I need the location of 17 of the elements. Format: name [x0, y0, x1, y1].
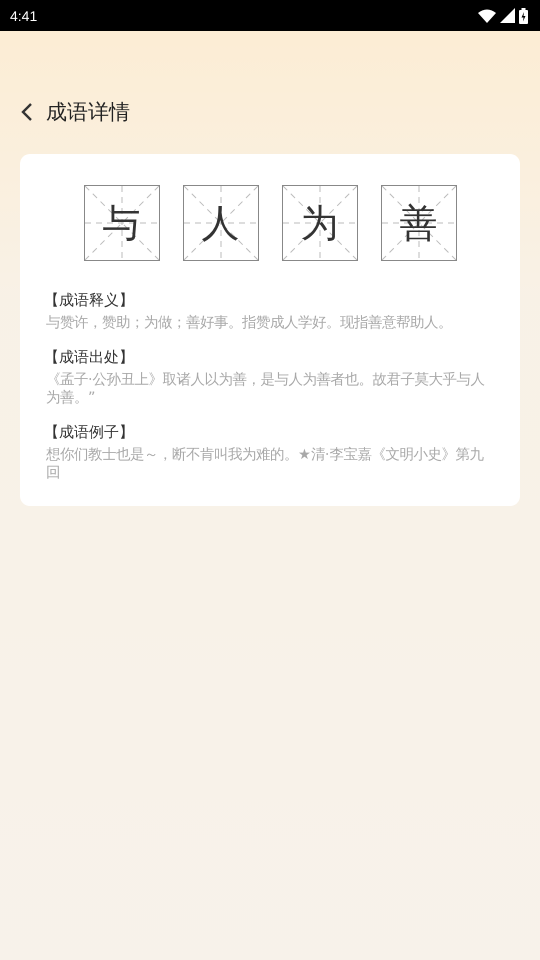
page-title: 成语详情 — [46, 99, 130, 126]
wifi-icon — [478, 8, 496, 22]
section-heading: 【成语例子】 — [44, 423, 135, 442]
battery-icon — [519, 8, 528, 24]
back-icon — [20, 102, 34, 122]
section-heading: 【成语释义】 — [44, 291, 135, 310]
character-grid: 为 — [282, 185, 358, 261]
character-grid: 人 — [182, 185, 258, 261]
character-grid: 善 — [380, 185, 456, 261]
character-grid: 与 — [84, 185, 160, 261]
status-time: 4:41 — [10, 8, 38, 24]
back-button[interactable] — [20, 102, 34, 122]
section-text: 与赞许，赞助；为做；善好事。指赞成人学好。现指善意帮助人。 — [46, 314, 453, 332]
section-text: 《孟子·公孙丑上》取诸人以为善，是与人为善者也。故君子莫大乎与人为善。” — [46, 371, 486, 407]
section-text: 想你们教士也是～，断不肯叫我为难的。★清·李宝嘉《文明小史》第九回 — [46, 446, 485, 482]
signal-icon — [500, 8, 515, 23]
section-heading: 【成语出处】 — [44, 348, 135, 367]
